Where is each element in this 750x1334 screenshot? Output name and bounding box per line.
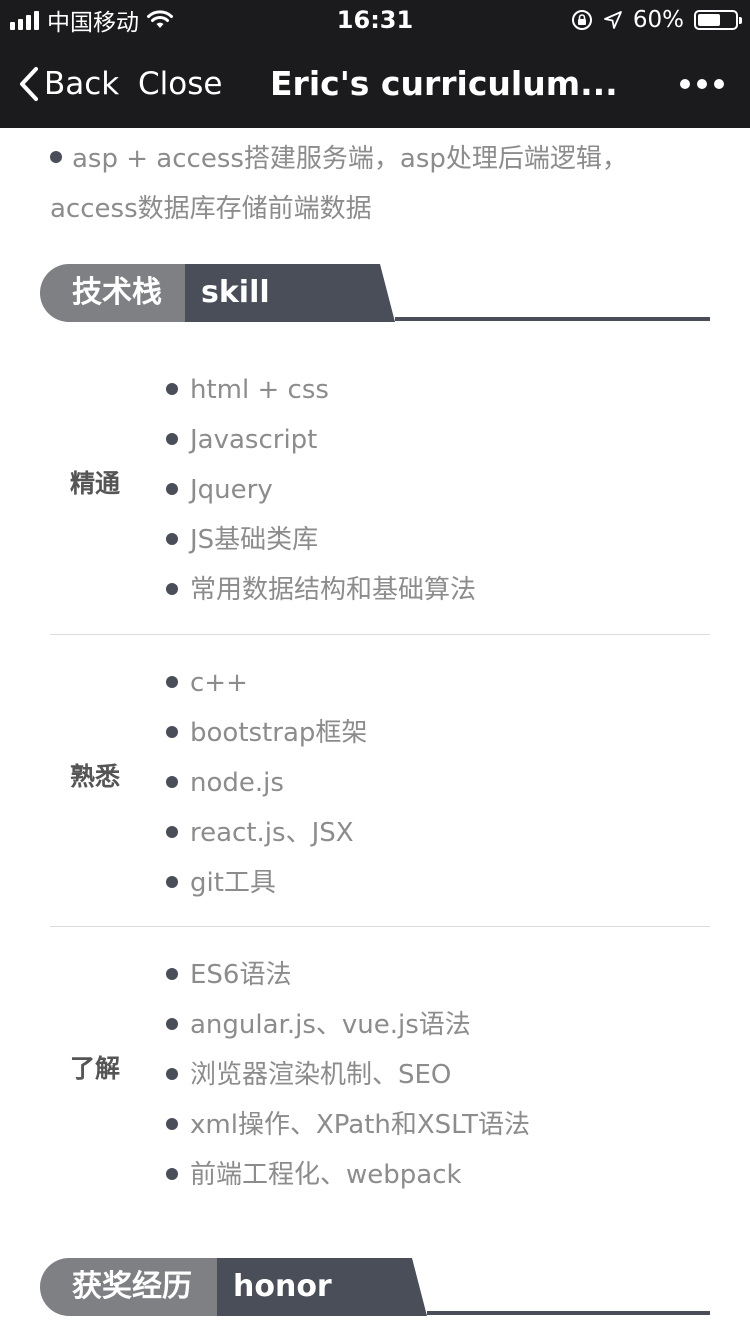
page-title: Eric's curriculum... — [270, 64, 618, 103]
section-underline — [427, 1311, 710, 1315]
list-item: node.js — [166, 758, 367, 808]
bullet-icon — [166, 1017, 178, 1030]
bullet-icon — [166, 382, 178, 395]
bullet-icon — [166, 1167, 178, 1180]
bullet-icon — [166, 532, 178, 545]
list-item-text: html + css — [190, 375, 329, 405]
more-dot-icon — [697, 79, 707, 89]
skill-list: ES6语法 angular.js、vue.js语法 浏览器渲染机制、SEO xm… — [166, 950, 530, 1200]
list-item: JS基础类库 — [166, 515, 476, 565]
list-item: c++ — [166, 658, 367, 708]
status-right: 60% — [571, 0, 742, 40]
bullet-icon — [166, 1117, 178, 1130]
battery-icon — [694, 10, 742, 30]
battery-percentage: 60% — [632, 7, 684, 33]
list-item: xml操作、XPath和XSLT语法 — [166, 1100, 530, 1150]
bullet-icon — [166, 675, 178, 688]
honor-title-cn: 获奖经历 — [40, 1258, 222, 1316]
skill-list: html + css Javascript Jquery JS基础类库 常用数据… — [166, 365, 476, 615]
list-item: 常用数据结构和基础算法 — [166, 565, 476, 615]
list-item-text: angular.js、vue.js语法 — [190, 1010, 471, 1040]
bullet-icon — [166, 582, 178, 595]
status-bar: 中国移动 16:31 60% — [0, 0, 750, 40]
bullet-icon — [166, 725, 178, 738]
more-dot-icon — [680, 79, 690, 89]
list-item-text: 常用数据结构和基础算法 — [190, 575, 477, 605]
list-item: html + css — [166, 365, 476, 415]
skill-section-header: 技术栈 skill — [40, 264, 710, 324]
list-item: angular.js、vue.js语法 — [166, 1000, 530, 1050]
nav-bar: Back Close Eric's curriculum... — [0, 40, 750, 128]
skill-title-cn: 技术栈 — [40, 264, 190, 322]
chevron-left-icon — [20, 67, 38, 101]
bullet-icon — [166, 775, 178, 788]
back-label: Back — [44, 66, 120, 102]
list-item-text: 前端工程化、webpack — [190, 1160, 462, 1190]
intro-paragraph: asp + access搭建服务端，asp处理后端逻辑，access数据库存储前… — [50, 134, 690, 234]
battery-fill — [698, 14, 720, 26]
list-item: 浏览器渲染机制、SEO — [166, 1050, 530, 1100]
skill-group-label: 了解 — [70, 1054, 121, 1083]
list-item: Javascript — [166, 415, 476, 465]
bullet-icon — [166, 825, 178, 838]
skill-list: c++ bootstrap框架 node.js react.js、JSX git… — [166, 658, 367, 908]
list-item: ES6语法 — [166, 950, 530, 1000]
list-item-text: node.js — [190, 768, 284, 798]
skill-group-label: 精通 — [70, 469, 121, 498]
list-item: react.js、JSX — [166, 808, 367, 858]
skill-group-familiar: 熟悉 c++ bootstrap框架 node.js react.js、JSX … — [50, 658, 710, 927]
list-item: git工具 — [166, 858, 367, 908]
list-item-text: JS基础类库 — [190, 525, 319, 555]
skill-title-en: skill — [185, 264, 395, 322]
bullet-icon — [166, 1067, 178, 1080]
list-item-text: ES6语法 — [190, 960, 292, 990]
close-button[interactable]: Close — [138, 40, 222, 128]
more-dot-icon — [714, 79, 724, 89]
skill-group-label: 熟悉 — [70, 762, 121, 791]
rotation-lock-icon — [571, 10, 592, 30]
list-item-text: xml操作、XPath和XSLT语法 — [190, 1110, 530, 1140]
more-menu-button[interactable] — [680, 40, 724, 128]
intro-text: asp + access搭建服务端，asp处理后端逻辑，access数据库存储前… — [50, 144, 628, 224]
list-item: Jquery — [166, 465, 476, 515]
section-underline — [395, 317, 710, 321]
list-item: 前端工程化、webpack — [166, 1150, 530, 1200]
list-item-text: Jquery — [190, 475, 273, 505]
bullet-icon — [166, 482, 178, 495]
list-item-text: 浏览器渲染机制、SEO — [190, 1060, 452, 1090]
list-item-text: c++ — [190, 668, 248, 698]
list-item-text: Javascript — [190, 425, 318, 455]
list-item-text: bootstrap框架 — [190, 718, 368, 748]
bullet-icon — [50, 150, 62, 163]
honor-section-header: 获奖经历 honor — [40, 1258, 710, 1318]
bullet-icon — [166, 875, 178, 888]
bullet-icon — [166, 432, 178, 445]
back-button[interactable]: Back — [18, 40, 119, 128]
list-item-text: git工具 — [190, 868, 276, 898]
skill-group-aware: 了解 ES6语法 angular.js、vue.js语法 浏览器渲染机制、SEO… — [50, 950, 710, 1210]
list-item: bootstrap框架 — [166, 708, 367, 758]
list-item-text: react.js、JSX — [190, 818, 354, 848]
skill-group-proficient: 精通 html + css Javascript Jquery JS基础类库 常… — [50, 365, 710, 635]
honor-title-en: honor — [217, 1258, 427, 1316]
location-arrow-icon — [603, 11, 622, 29]
bullet-icon — [166, 967, 178, 980]
